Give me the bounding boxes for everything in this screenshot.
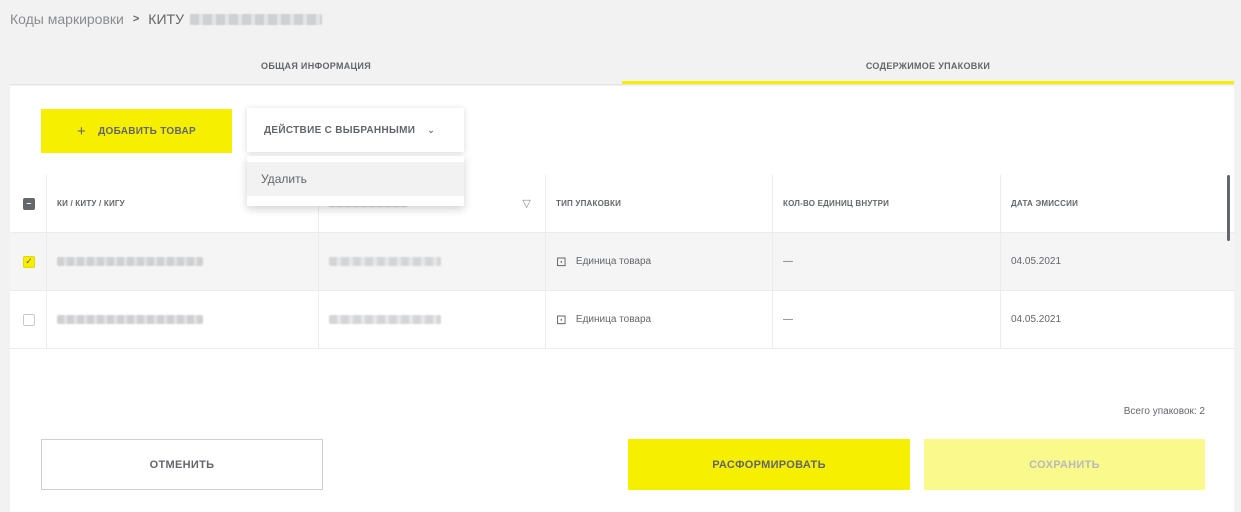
bulk-action-label: ДЕЙСТВИЕ С ВЫБРАННЫМИ <box>264 124 416 136</box>
breadcrumb: Коды маркировки > КИТУ <box>10 11 322 27</box>
breadcrumb-root-link[interactable]: Коды маркировки <box>10 11 124 27</box>
table-row[interactable]: ✓ ⊡ Единица товара — 04.05.2021 <box>10 233 1234 291</box>
row-units-inside: — <box>773 233 1001 290</box>
row-checkbox[interactable]: ✓ <box>23 255 35 268</box>
table-scrollbar[interactable] <box>1227 175 1230 241</box>
row-emission-date: 04.05.2021 <box>1011 256 1062 267</box>
row-name <box>319 233 546 290</box>
row-package-type: ⊡ Единица товара <box>546 233 773 290</box>
package-type-value: Единица товара <box>575 256 652 267</box>
row-emission-date: 04.05.2021 <box>1011 314 1062 325</box>
row-checkbox-cell <box>10 291 47 348</box>
row-code <box>47 233 319 290</box>
save-button[interactable]: СОХРАНИТЬ <box>924 439 1205 490</box>
package-icon: ⊡ <box>556 253 567 269</box>
header-package-type: ТИП УПАКОВКИ <box>546 175 773 232</box>
plus-icon: + <box>77 122 87 140</box>
bulk-action-menu: Удалить <box>247 156 464 206</box>
header-units-inside: КОЛ-ВО ЕДИНИЦ ВНУТРИ <box>773 175 1001 232</box>
disband-button[interactable]: РАСФОРМИРОВАТЬ <box>628 439 910 490</box>
blurred-code-value <box>57 315 203 324</box>
tab-general-info[interactable]: ОБЩАЯ ИНФОРМАЦИЯ <box>10 49 622 84</box>
chevron-down-icon: ⌄ <box>427 124 436 135</box>
content-card: + ДОБАВИТЬ ТОВАР ДЕЙСТВИЕ С ВЫБРАННЫМИ ⌄… <box>10 86 1234 512</box>
row-checkbox[interactable] <box>23 313 35 326</box>
blurred-name-value <box>329 257 441 266</box>
header-emission-date: ДАТА ЭМИССИИ <box>1011 199 1079 208</box>
cancel-button[interactable]: ОТМЕНИТЬ <box>41 439 323 490</box>
row-checkbox-cell: ✓ <box>10 233 47 290</box>
tab-package-contents[interactable]: СОДЕРЖИМОЕ УПАКОВКИ <box>622 49 1234 84</box>
row-code <box>47 291 319 348</box>
blurred-code-value <box>57 257 203 266</box>
contents-table: – КИ / КИТУ / КИГУ ▽ ТИП УПАКОВКИ КОЛ-ВО… <box>10 175 1234 349</box>
blurred-code <box>189 13 322 25</box>
blurred-name-value <box>329 315 441 324</box>
table-row[interactable]: ⊡ Единица товара — 04.05.2021 <box>10 291 1234 349</box>
tab-bar: ОБЩАЯ ИНФОРМАЦИЯ СОДЕРЖИМОЕ УПАКОВКИ <box>10 49 1234 85</box>
filter-icon[interactable]: ▽ <box>522 197 531 210</box>
add-product-label: ДОБАВИТЬ ТОВАР <box>98 125 196 137</box>
menu-item-delete[interactable]: Удалить <box>247 162 464 196</box>
bulk-action-dropdown[interactable]: ДЕЙСТВИЕ С ВЫБРАННЫМИ ⌄ <box>247 108 464 152</box>
package-icon: ⊡ <box>556 311 567 327</box>
breadcrumb-current: КИТУ <box>148 11 184 27</box>
total-packages: Всего упаковок: 2 <box>1123 406 1205 417</box>
row-name <box>319 291 546 348</box>
row-units-inside: — <box>773 291 1001 348</box>
minus-checkbox-icon[interactable]: – <box>23 197 35 210</box>
package-type-value: Единица товара <box>575 314 652 325</box>
header-checkbox-cell: – <box>10 175 47 232</box>
row-package-type: ⊡ Единица товара <box>546 291 773 348</box>
add-product-button[interactable]: + ДОБАВИТЬ ТОВАР <box>41 109 232 153</box>
breadcrumb-separator: > <box>132 13 140 25</box>
table-header: – КИ / КИТУ / КИГУ ▽ ТИП УПАКОВКИ КОЛ-ВО… <box>10 175 1234 233</box>
